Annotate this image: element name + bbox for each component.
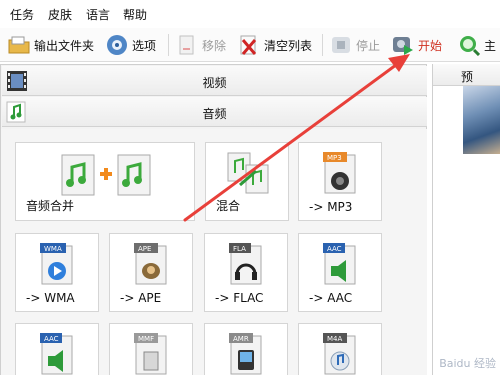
remove-button[interactable]: 移除 — [176, 31, 226, 59]
main-button[interactable]: 主 — [458, 31, 496, 59]
preview-thumbnail — [463, 86, 500, 154]
clear-list-label: 清空列表 — [264, 38, 313, 53]
options-button[interactable]: 选项 — [106, 31, 156, 59]
tile-badge: AAC — [327, 245, 342, 253]
options-label: 选项 — [132, 38, 157, 53]
tile-to-m4a[interactable]: M4A — [298, 323, 382, 375]
document-remove-icon — [176, 34, 198, 56]
tile-badge: FLA — [233, 245, 246, 253]
category-audio-label: 音频 — [202, 107, 227, 121]
tile-to-wma[interactable]: WMA -> WMA — [15, 233, 99, 312]
tile-to-amr[interactable]: AMR — [204, 323, 288, 375]
menu-language[interactable]: 语言 — [86, 6, 110, 23]
tile-label: 音频合并 — [26, 199, 75, 213]
tile-mix[interactable]: 混合 — [205, 142, 289, 221]
tile-to-ape[interactable]: APE -> APE — [109, 233, 193, 312]
tile-label: -> MP3 — [309, 200, 353, 214]
tile-badge: AAC — [44, 335, 59, 343]
stop-icon — [330, 34, 352, 56]
audio-merge-icon — [61, 154, 151, 196]
clear-x-icon — [238, 34, 260, 56]
tile-label: -> WMA — [26, 291, 75, 305]
folder-icon — [8, 34, 30, 56]
tile-label: -> AAC — [309, 291, 353, 305]
audio-format-grid: 音频合并 混合 MP3 -> MP3 WMA -> WMA APE -> APE… — [1, 129, 427, 375]
conversion-panel: 视频 音频 音频合并 混合 MP3 -> MP3 WMA -> WMA APE … — [0, 64, 427, 375]
preview-header-label: 预 — [461, 70, 474, 84]
toolbar-divider — [322, 34, 323, 56]
tile-badge: MMF — [138, 335, 154, 343]
tile-badge: APE — [138, 245, 151, 253]
start-label: 开始 — [418, 38, 443, 53]
tile-badge: WMA — [44, 245, 62, 253]
main-label: 主 — [484, 38, 497, 53]
tile-audio-merge[interactable]: 音频合并 — [15, 142, 195, 221]
tile-to-flac[interactable]: FLA -> FLAC — [204, 233, 288, 312]
preview-header: 预 — [433, 64, 500, 86]
category-video[interactable]: 视频 — [2, 66, 427, 96]
menu-task[interactable]: 任务 — [10, 6, 34, 23]
tile-badge: M4A — [327, 335, 342, 343]
preview-panel: 预 — [432, 64, 500, 375]
menu-help[interactable]: 帮助 — [123, 6, 147, 23]
output-folder-button[interactable]: 输出文件夹 — [8, 31, 94, 59]
audio-mix-icon — [227, 152, 269, 194]
tile-label: 混合 — [216, 199, 241, 213]
tile-badge: MP3 — [327, 154, 342, 162]
category-video-label: 视频 — [202, 76, 227, 90]
tile-to-mp3[interactable]: MP3 -> MP3 — [298, 142, 382, 221]
stop-button[interactable]: 停止 — [330, 31, 380, 59]
tile-to-mmf[interactable]: MMF — [109, 323, 193, 375]
start-button[interactable]: 开始 — [392, 31, 442, 59]
clear-list-button[interactable]: 清空列表 — [238, 31, 312, 59]
search-icon — [458, 34, 481, 57]
tile-badge: AMR — [233, 335, 249, 343]
remove-label: 移除 — [202, 38, 227, 53]
menu-skin[interactable]: 皮肤 — [48, 6, 72, 23]
tile-to-aac[interactable]: AAC -> AAC — [298, 233, 382, 312]
toolbar-divider — [168, 34, 169, 56]
output-folder-label: 输出文件夹 — [34, 38, 95, 53]
start-icon — [392, 34, 414, 56]
watermark: Baidu 经验 — [439, 357, 496, 370]
gear-icon — [106, 34, 128, 56]
tile-label: -> APE — [120, 291, 162, 305]
stop-label: 停止 — [356, 38, 381, 53]
tile-label: -> FLAC — [215, 291, 264, 305]
menu-bar: 任务 皮肤 语言 帮助 — [0, 0, 500, 28]
category-audio[interactable]: 音频 — [2, 97, 427, 127]
tile-aac-variant[interactable]: AAC — [15, 323, 99, 375]
toolbar: 输出文件夹 选项 移除 清空列表 停止 开始 主 — [0, 28, 500, 62]
